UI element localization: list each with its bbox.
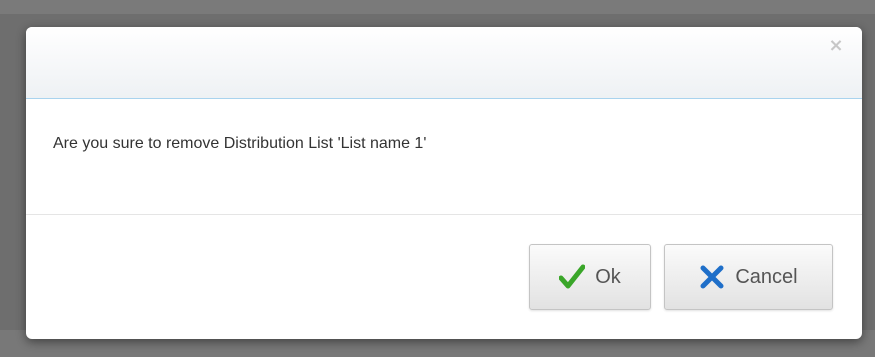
cancel-button-label: Cancel — [735, 265, 798, 288]
dialog-footer: Ok Cancel — [26, 215, 862, 339]
close-icon[interactable]: × — [826, 35, 846, 57]
dialog-header: × — [26, 27, 862, 99]
ok-button[interactable]: Ok — [529, 244, 651, 310]
cancel-button[interactable]: Cancel — [664, 244, 833, 310]
x-mark-icon — [700, 265, 724, 289]
ok-button-label: Ok — [595, 265, 621, 288]
backdrop-band — [0, 0, 875, 14]
checkmark-icon — [559, 264, 586, 289]
dialog-body: Are you sure to remove Distribution List… — [26, 99, 862, 215]
confirm-message: Are you sure to remove Distribution List… — [53, 135, 427, 152]
confirm-dialog: × Are you sure to remove Distribution Li… — [26, 27, 862, 339]
